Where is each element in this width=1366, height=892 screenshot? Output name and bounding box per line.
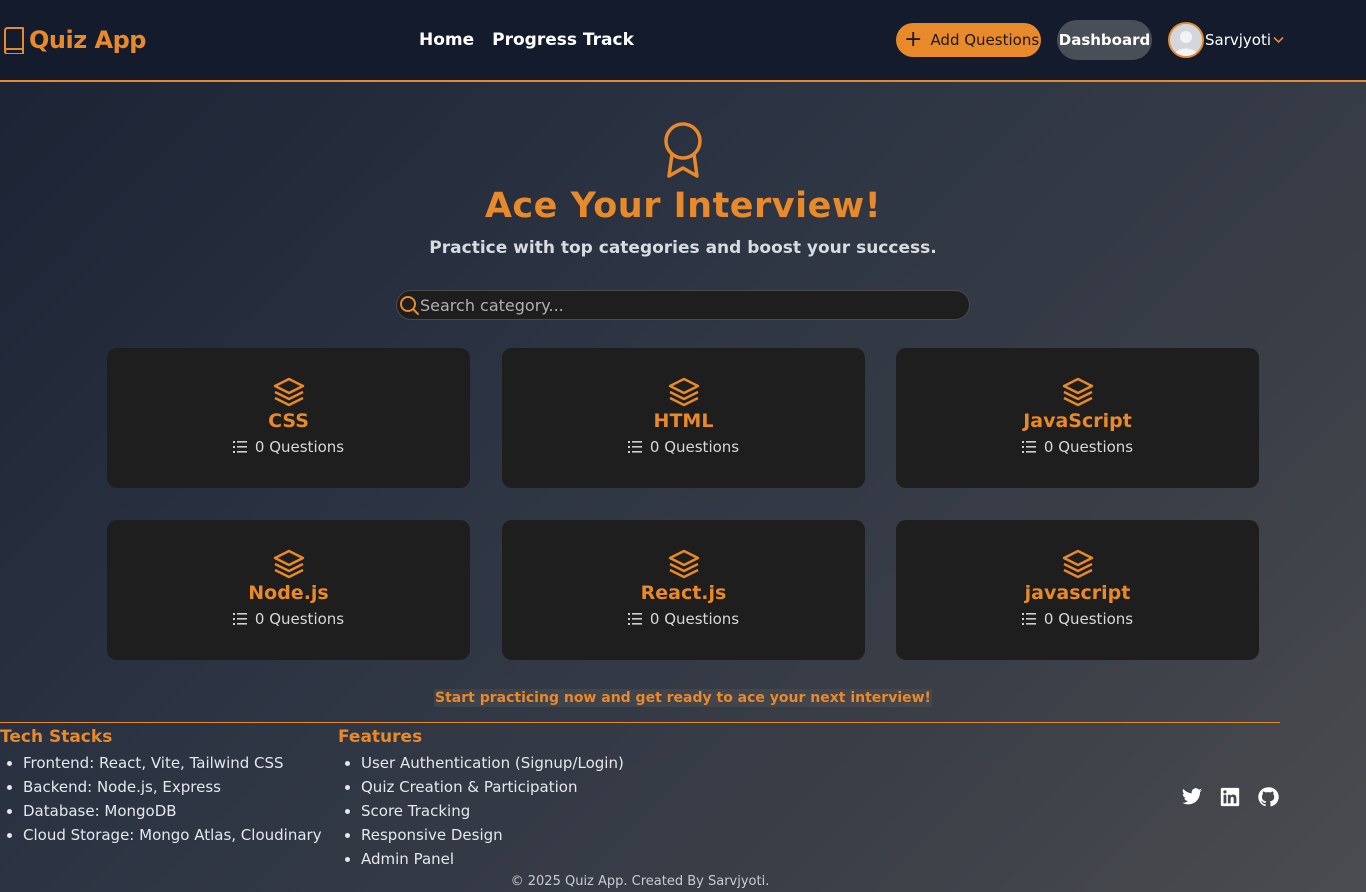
layers-icon <box>1062 377 1094 407</box>
list-icon <box>1021 441 1036 453</box>
award-icon <box>664 122 702 178</box>
footer-features: Features User Authentication (Signup/Log… <box>338 727 624 871</box>
add-questions-label: Add Questions <box>930 31 1040 49</box>
category-name: CSS <box>268 410 309 432</box>
page-title: Ace Your Interview! <box>484 186 882 226</box>
nav-links: Home Progress Track <box>419 30 634 50</box>
list-item: User Authentication (Signup/Login) <box>361 751 624 775</box>
dashboard-button[interactable]: Dashboard <box>1057 20 1152 60</box>
brand-logo[interactable]: Quiz App <box>2 26 146 54</box>
category-name: JavaScript <box>1023 410 1132 432</box>
user-menu[interactable]: Sarvjyoti <box>1168 22 1284 58</box>
category-name: javascript <box>1024 582 1131 604</box>
search-input[interactable] <box>420 295 960 315</box>
category-card-javascript-lower[interactable]: javascript 0 Questions <box>896 520 1259 660</box>
list-item: Score Tracking <box>361 799 624 823</box>
category-name: Node.js <box>248 582 329 604</box>
twitter-icon[interactable] <box>1181 786 1203 808</box>
category-card-javascript[interactable]: JavaScript 0 Questions <box>896 348 1259 488</box>
search-icon <box>400 296 419 315</box>
search-bar <box>396 290 970 320</box>
navbar: Quiz App Home Progress Track + Add Quest… <box>0 0 1366 82</box>
list-icon <box>232 613 247 625</box>
footer-divider <box>0 722 1280 723</box>
list-item: Database: MongoDB <box>23 799 322 823</box>
list-icon <box>627 441 642 453</box>
question-count: 0 Questions <box>107 610 470 628</box>
social-links <box>1181 786 1279 808</box>
layers-icon <box>273 549 305 579</box>
layers-icon <box>668 377 700 407</box>
category-card-reactjs[interactable]: React.js 0 Questions <box>502 520 865 660</box>
copyright: © 2025 Quiz App. Created By Sarvjyoti. <box>510 874 770 889</box>
layers-icon <box>668 549 700 579</box>
list-item: Responsive Design <box>361 823 624 847</box>
github-icon[interactable] <box>1257 786 1279 808</box>
page-subtitle: Practice with top categories and boost y… <box>429 238 937 258</box>
add-questions-button[interactable]: + Add Questions <box>896 23 1041 57</box>
category-card-nodejs[interactable]: Node.js 0 Questions <box>107 520 470 660</box>
category-name: HTML <box>653 410 714 432</box>
chevron-down-icon <box>1273 34 1284 47</box>
user-avatar-icon <box>1170 24 1202 56</box>
list-item: Cloud Storage: Mongo Atlas, Cloudinary <box>23 823 322 847</box>
question-count-label: 0 Questions <box>254 438 345 456</box>
brand-title: Quiz App <box>29 26 146 54</box>
list-item: Admin Panel <box>361 847 624 871</box>
question-count-label: 0 Questions <box>649 438 740 456</box>
cta-text: Start practicing now and get ready to ac… <box>0 689 1366 707</box>
footer-tech-stacks: Tech Stacks Frontend: React, Vite, Tailw… <box>0 727 322 847</box>
book-icon <box>4 27 24 54</box>
question-count: 0 Questions <box>896 610 1259 628</box>
tech-stacks-heading: Tech Stacks <box>0 727 113 747</box>
question-count-label: 0 Questions <box>1043 438 1134 456</box>
nav-link-home[interactable]: Home <box>419 30 474 50</box>
question-count: 0 Questions <box>896 438 1259 456</box>
nav-link-progress-track[interactable]: Progress Track <box>492 30 634 50</box>
category-card-html[interactable]: HTML 0 Questions <box>502 348 865 488</box>
list-item: Backend: Node.js, Express <box>23 775 322 799</box>
category-name: React.js <box>640 582 727 604</box>
list-icon <box>627 613 642 625</box>
question-count: 0 Questions <box>107 438 470 456</box>
layers-icon <box>273 377 305 407</box>
list-item: Frontend: React, Vite, Tailwind CSS <box>23 751 322 775</box>
list-item: Quiz Creation & Participation <box>361 775 624 799</box>
layers-icon <box>1062 549 1094 579</box>
question-count-label: 0 Questions <box>254 610 345 628</box>
cta-label: Start practicing now and get ready to ac… <box>434 689 932 707</box>
list-icon <box>232 441 247 453</box>
list-icon <box>1021 613 1036 625</box>
category-card-css[interactable]: CSS 0 Questions <box>107 348 470 488</box>
question-count-label: 0 Questions <box>649 610 740 628</box>
plus-icon: + <box>904 27 923 52</box>
features-heading: Features <box>338 727 423 747</box>
username: Sarvjyoti <box>1205 31 1272 49</box>
question-count: 0 Questions <box>502 610 865 628</box>
avatar <box>1168 22 1204 58</box>
question-count-label: 0 Questions <box>1043 610 1134 628</box>
linkedin-icon[interactable] <box>1219 786 1241 808</box>
question-count: 0 Questions <box>502 438 865 456</box>
